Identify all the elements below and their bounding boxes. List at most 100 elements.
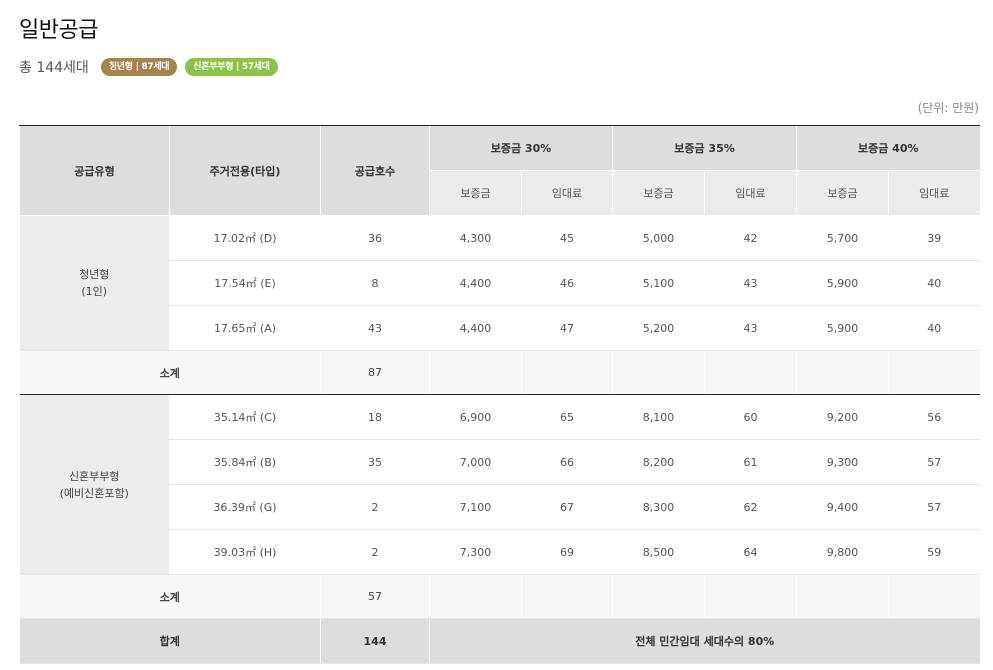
deposit-cell: 4,300 — [429, 215, 522, 261]
header-supply-type: 공급유형 — [19, 125, 170, 216]
supply-table: 공급유형 주거전용(타입) 공급호수 보증금 30% 보증금 35% 보증금 4… — [19, 125, 980, 664]
header-exclusive-area: 주거전용(타입) — [169, 125, 321, 216]
deposit-cell: 7,300 — [429, 529, 522, 575]
deposit-cell: 4,400 — [429, 260, 522, 306]
empty-cell — [704, 574, 797, 619]
area-cell: 35.84㎡ (B) — [169, 439, 321, 485]
empty-cell — [521, 574, 613, 619]
total-note: 전체 민간임대 세대수의 80% — [429, 618, 980, 664]
deposit-cell: 7,000 — [429, 439, 522, 485]
rent-cell: 47 — [521, 305, 613, 351]
header-deposit-40: 보증금 40% — [796, 125, 980, 171]
group-subname: (1인) — [81, 285, 108, 298]
area-cell: 17.02㎡ (D) — [169, 215, 321, 261]
rent-cell: 45 — [521, 215, 613, 261]
area-cell: 36.39㎡ (G) — [169, 484, 321, 530]
units-cell: 18 — [320, 394, 430, 440]
units-cell: 36 — [320, 215, 430, 261]
subheader-deposit: 보증금 — [796, 170, 889, 216]
subheader-deposit: 보증금 — [429, 170, 522, 216]
header-deposit-35: 보증금 35% — [612, 125, 797, 171]
subtotal-units: 57 — [320, 574, 430, 619]
rent-cell: 42 — [704, 215, 797, 261]
area-cell: 39.03㎡ (H) — [169, 529, 321, 575]
units-cell: 2 — [320, 484, 430, 530]
area-cell: 35.14㎡ (C) — [169, 394, 321, 440]
deposit-cell: 9,300 — [796, 439, 889, 485]
deposit-cell: 9,200 — [796, 394, 889, 440]
page-title: 일반공급 — [19, 18, 98, 43]
header-supply-units: 공급호수 — [320, 125, 430, 216]
subheader-rent: 임대료 — [888, 170, 980, 216]
table-row: 신혼부부형 (예비신혼포함) 35.14㎡ (C) 18 6,900 65 8,… — [19, 394, 980, 575]
empty-cell — [888, 574, 980, 619]
rent-cell: 57 — [888, 439, 980, 485]
subtotal-label: 소계 — [19, 350, 321, 395]
group-subname: (예비신혼포함) — [59, 486, 129, 500]
subheader-rent: 임대료 — [521, 170, 613, 216]
rent-cell: 67 — [521, 484, 613, 530]
group-name: 신혼부부형 — [68, 469, 120, 483]
deposit-cell: 8,500 — [612, 529, 705, 575]
deposit-cell: 5,700 — [796, 215, 889, 261]
subtotal-units: 87 — [320, 350, 430, 395]
group-name: 청년형 — [79, 268, 110, 281]
empty-cell — [704, 350, 797, 395]
header-deposit-30: 보증금 30% — [429, 125, 613, 171]
empty-cell — [521, 350, 613, 395]
unit-note: (단위: 만원) — [917, 101, 979, 115]
subtotal-label: 소계 — [19, 574, 321, 619]
rent-cell: 61 — [704, 439, 797, 485]
deposit-cell: 5,200 — [612, 305, 705, 351]
empty-cell — [796, 574, 889, 619]
deposit-cell: 8,100 — [612, 394, 705, 440]
rent-cell: 46 — [521, 260, 613, 306]
deposit-cell: 5,900 — [796, 260, 889, 306]
subtotal-row: 소계 87 — [19, 350, 980, 395]
subheader-rent: 임대료 — [704, 170, 797, 216]
empty-cell — [888, 350, 980, 395]
rent-cell: 39 — [888, 215, 980, 261]
supply-summary: 총 144세대 청년형 | 87세대 신혼부부형 | 57세대 — [19, 57, 278, 77]
empty-cell — [612, 574, 705, 619]
deposit-cell: 5,900 — [796, 305, 889, 351]
rent-cell: 65 — [521, 394, 613, 440]
subtotal-row: 소계 57 — [19, 574, 980, 619]
total-label: 합계 — [19, 618, 321, 664]
rent-cell: 59 — [888, 529, 980, 575]
deposit-cell: 8,200 — [612, 439, 705, 485]
deposit-cell: 7,100 — [429, 484, 522, 530]
rent-cell: 57 — [888, 484, 980, 530]
rent-cell: 40 — [888, 305, 980, 351]
rent-cell: 43 — [704, 260, 797, 306]
units-cell: 35 — [320, 439, 430, 485]
table-row: 청년형 (1인) 17.02㎡ (D) 36 4,300 45 5,000 42… — [19, 215, 980, 351]
newlywed-badge: 신혼부부형 | 57세대 — [185, 58, 278, 76]
deposit-cell: 4,400 — [429, 305, 522, 351]
empty-cell — [429, 574, 522, 619]
rent-cell: 66 — [521, 439, 613, 485]
deposit-cell: 9,800 — [796, 529, 889, 575]
deposit-cell: 9,400 — [796, 484, 889, 530]
rent-cell: 56 — [888, 394, 980, 440]
total-households: 총 144세대 — [19, 60, 89, 76]
group-newlywed: 신혼부부형 (예비신혼포함) — [19, 394, 170, 575]
empty-cell — [796, 350, 889, 395]
rent-cell: 60 — [704, 394, 797, 440]
rent-cell: 40 — [888, 260, 980, 306]
deposit-cell: 5,000 — [612, 215, 705, 261]
deposit-cell: 6,900 — [429, 394, 522, 440]
rent-cell: 43 — [704, 305, 797, 351]
rent-cell: 69 — [521, 529, 613, 575]
rent-cell: 64 — [704, 529, 797, 575]
units-cell: 2 — [320, 529, 430, 575]
deposit-cell: 8,300 — [612, 484, 705, 530]
units-cell: 43 — [320, 305, 430, 351]
subheader-deposit: 보증금 — [612, 170, 705, 216]
area-cell: 17.65㎡ (A) — [169, 305, 321, 351]
deposit-cell: 5,100 — [612, 260, 705, 306]
area-cell: 17.54㎡ (E) — [169, 260, 321, 306]
total-row: 합계 144 전체 민간임대 세대수의 80% — [19, 618, 980, 664]
total-units: 144 — [320, 618, 430, 664]
empty-cell — [612, 350, 705, 395]
